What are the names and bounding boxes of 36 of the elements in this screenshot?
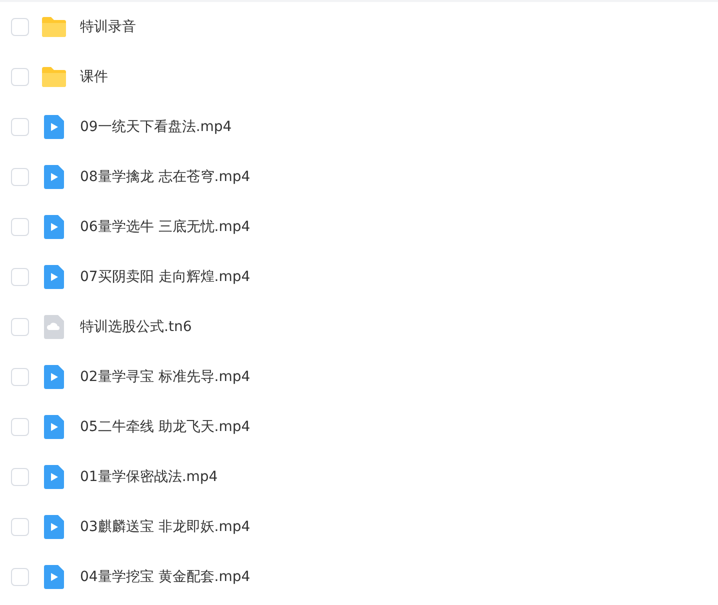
- checkbox[interactable]: [11, 318, 29, 336]
- cloud-file-icon: [41, 315, 67, 339]
- file-name[interactable]: 特训录音: [80, 18, 136, 36]
- video-file-icon: [41, 265, 67, 289]
- file-name[interactable]: 06量学选牛 三底无忧.mp4: [80, 218, 250, 236]
- checkbox[interactable]: [11, 218, 29, 236]
- checkbox[interactable]: [11, 568, 29, 586]
- checkbox[interactable]: [11, 268, 29, 286]
- video-file-icon: [41, 415, 67, 439]
- checkbox[interactable]: [11, 468, 29, 486]
- checkbox[interactable]: [11, 68, 29, 86]
- file-name[interactable]: 07买阴卖阳 走向辉煌.mp4: [80, 268, 250, 286]
- video-file-icon: [41, 215, 67, 239]
- file-name[interactable]: 04量学挖宝 黄金配套.mp4: [80, 568, 250, 586]
- checkbox[interactable]: [11, 168, 29, 186]
- video-file-icon: [41, 365, 67, 389]
- file-name[interactable]: 01量学保密战法.mp4: [80, 468, 218, 486]
- file-name[interactable]: 课件: [80, 68, 108, 86]
- video-file-icon: [41, 465, 67, 489]
- video-file-icon: [41, 565, 67, 589]
- video-file-icon: [41, 515, 67, 539]
- file-name[interactable]: 02量学寻宝 标准先导.mp4: [80, 368, 250, 386]
- checkbox[interactable]: [11, 118, 29, 136]
- file-name[interactable]: 09一统天下看盘法.mp4: [80, 118, 232, 136]
- file-name[interactable]: 特训选股公式.tn6: [80, 318, 192, 336]
- checkbox[interactable]: [11, 18, 29, 36]
- file-name[interactable]: 05二牛牵线 助龙飞天.mp4: [80, 418, 250, 436]
- video-file-icon: [41, 165, 67, 189]
- checkbox[interactable]: [11, 418, 29, 436]
- checkbox[interactable]: [11, 518, 29, 536]
- checkbox[interactable]: [11, 368, 29, 386]
- folder-icon: [41, 65, 67, 89]
- file-name[interactable]: 03麒麟送宝 非龙即妖.mp4: [80, 518, 250, 536]
- video-file-icon: [41, 115, 67, 139]
- folder-icon: [41, 15, 67, 39]
- file-name[interactable]: 08量学擒龙 志在苍穹.mp4: [80, 168, 250, 186]
